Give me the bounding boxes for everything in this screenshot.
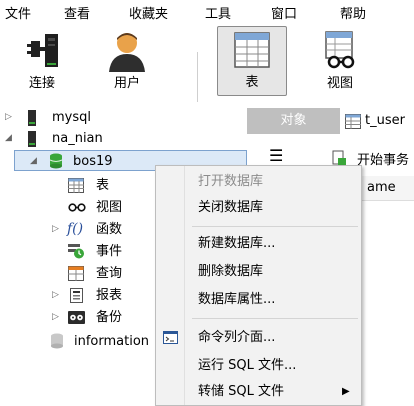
tree-label: 报表 [96,288,123,303]
menu-close-database[interactable]: 关闭数据库 [156,196,361,220]
menu-help[interactable]: 帮助 [340,3,366,22]
plug-icon [27,34,58,67]
menu-dump-sql-file[interactable]: 转储 SQL 文件 ▶ [156,380,361,404]
user-label: 用户 [113,76,140,91]
tree-label: 查询 [96,266,123,281]
table-icon [234,32,270,68]
database-icon [49,153,63,169]
menu-new-database[interactable]: 新建数据库... [156,232,361,256]
chevron-right-icon[interactable]: ▷ [52,307,59,328]
tree-label: 事件 [96,244,123,259]
tree-label: information [74,334,150,349]
tree-label: 表 [96,178,110,193]
connect-button[interactable]: 连接 [7,26,77,96]
menu-item-label: 删除数据库 [198,264,264,279]
server-icon [28,110,36,126]
user-icon [109,33,145,72]
tree-item-backups[interactable]: ▷ 备份 [0,307,160,328]
chevron-right-icon[interactable]: ▷ [52,285,59,306]
chevron-right-icon[interactable]: ▷ [52,219,59,240]
menu-item-label: 打开数据库 [198,174,264,189]
function-icon: f() [67,221,84,237]
chevron-down-icon[interactable]: ◢ [5,128,12,149]
tree-label: bos19 [73,154,113,169]
tree-label: mysql [52,110,91,125]
menu-view[interactable]: 查看 [64,3,90,22]
menu-item-label: 命令列介面... [198,330,276,345]
glasses-icon [68,203,86,212]
menu-bar: 文件 查看 收藏夹 工具 窗口 帮助 [0,0,414,22]
tree-label: 函数 [96,222,123,237]
table-icon [345,114,361,129]
tab-objects[interactable]: 对象 [247,108,340,134]
query-icon [68,266,84,281]
menu-item-label: 运行 SQL 文件... [198,358,297,373]
menu-delete-database[interactable]: 删除数据库 [156,260,361,284]
tree-label: 视图 [96,200,123,215]
context-menu: 打开数据库 关闭数据库 新建数据库... 删除数据库 数据库属性... 命令列介… [155,165,362,406]
menu-tools[interactable]: 工具 [205,3,231,22]
tree-item-views[interactable]: 视图 [0,197,160,218]
server-icon [28,131,36,147]
tree-item-mysql[interactable]: ▷ mysql [0,107,247,128]
tree-item-events[interactable]: 事件 [0,241,160,262]
report-icon [70,288,83,303]
menu-open-database: 打开数据库 [156,170,361,194]
tab-label: t_user [365,113,405,128]
menu-favorites[interactable]: 收藏夹 [129,3,168,22]
menu-file[interactable]: 文件 [5,3,31,22]
menu-icon[interactable]: ☰ [269,146,283,165]
tree-item-na-nian[interactable]: ◢ na_nian [0,128,247,149]
tree-label: 备份 [96,310,123,325]
tree-item-information[interactable]: information [0,331,160,352]
chevron-down-icon[interactable]: ◢ [30,151,37,172]
table-button[interactable]: 表 [217,26,287,96]
tree-item-reports[interactable]: ▷ 报表 [0,285,160,306]
tree-item-tables[interactable]: 表 [0,175,160,196]
start-transaction-button[interactable]: 开始事务 [357,149,409,168]
tree-item-queries[interactable]: 查询 [0,263,160,284]
table-icon [68,178,84,193]
menu-item-label: 关闭数据库 [198,200,264,215]
menu-database-properties[interactable]: 数据库属性... [156,288,361,312]
menu-item-label: 转储 SQL 文件 [198,384,284,399]
view-label: 视图 [326,76,353,91]
table-label: 表 [245,75,259,90]
menu-command-console[interactable]: 命令列介面... [156,326,361,350]
connect-label: 连接 [28,76,55,91]
database-icon [51,333,63,349]
view-button[interactable]: 视图 [305,26,375,96]
tree-item-functions[interactable]: ▷ f() 函数 [0,219,160,240]
menu-window[interactable]: 窗口 [271,3,297,22]
menu-separator [192,318,358,319]
chevron-right-icon[interactable]: ▷ [5,107,12,128]
view-icon [325,31,355,69]
menu-item-label: 新建数据库... [198,236,276,251]
transaction-icon [332,150,346,166]
menu-item-label: 数据库属性... [198,292,276,307]
toolbar-separator [197,52,198,102]
toolbar: 连接 用户 表 视图 [0,22,414,102]
tree-label: na_nian [52,131,103,146]
menu-separator [192,226,358,227]
event-icon [68,244,84,259]
console-icon [163,331,178,344]
user-button[interactable]: 用户 [92,26,162,96]
column-name: ame [367,180,396,195]
tab-t-user[interactable]: t_user [343,108,414,134]
submenu-arrow-icon: ▶ [342,386,350,397]
backup-icon [68,311,85,324]
menu-run-sql-file[interactable]: 运行 SQL 文件... [156,354,361,378]
